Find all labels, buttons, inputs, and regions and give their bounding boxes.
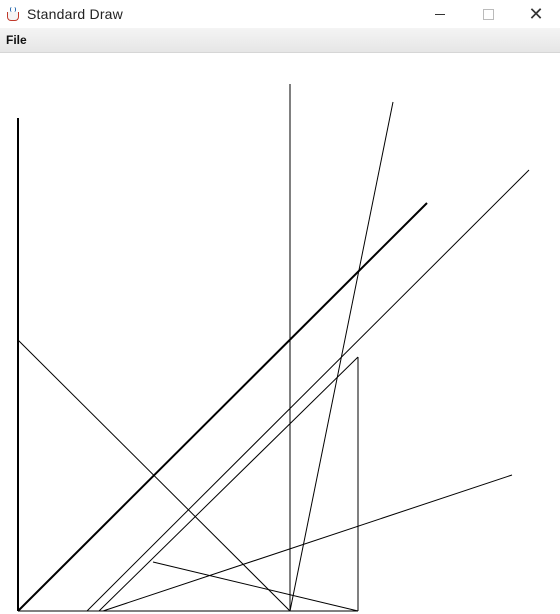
drawn-line <box>17 202 428 612</box>
maximize-icon <box>482 8 494 20</box>
drawn-line <box>86 169 530 612</box>
close-button[interactable]: ✕ <box>512 0 560 28</box>
drawing-surface <box>17 84 530 612</box>
title-bar: Standard Draw ✕ <box>0 0 560 28</box>
java-cup-icon[interactable] <box>6 7 20 21</box>
minimize-icon <box>435 13 445 15</box>
window-title: Standard Draw <box>27 6 123 22</box>
window-controls: ✕ <box>416 0 560 28</box>
drawing-canvas[interactable] <box>0 53 560 614</box>
maximize-button[interactable] <box>464 0 512 28</box>
drawn-line <box>98 356 359 612</box>
drawn-line <box>152 561 359 612</box>
menu-bar: File <box>0 28 560 53</box>
minimize-button[interactable] <box>416 0 464 28</box>
menu-file[interactable]: File <box>0 33 33 47</box>
close-icon: ✕ <box>528 4 544 24</box>
drawn-line <box>289 101 394 612</box>
drawn-line <box>102 474 513 612</box>
